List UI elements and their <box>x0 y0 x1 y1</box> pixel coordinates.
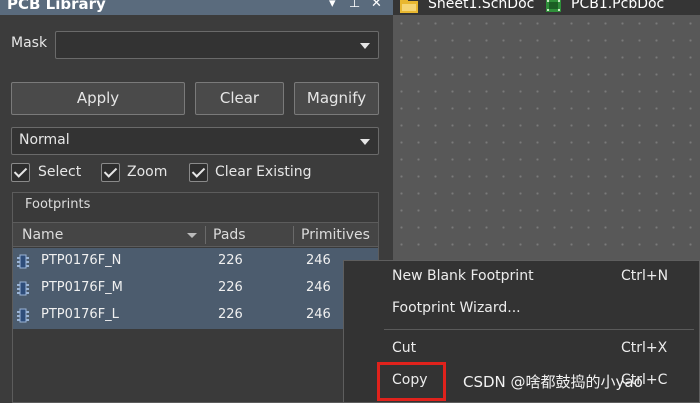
column-header-pads[interactable]: Pads <box>213 227 246 243</box>
menu-separator <box>384 329 694 330</box>
column-divider[interactable] <box>293 226 294 244</box>
document-tab-bar: Sheet1.SchDoc PCB1.PcbDoc <box>393 0 700 15</box>
tab-label: Sheet1.SchDoc <box>428 0 535 12</box>
table-row[interactable]: PTP0176F_N 226 246 <box>13 248 378 275</box>
footprint-name: PTP0176F_N <box>41 253 122 268</box>
column-header-name[interactable]: Name <box>22 227 63 243</box>
menu-item-cut[interactable]: Cut Ctrl+X <box>344 336 699 364</box>
schematic-doc-icon <box>400 0 418 13</box>
pin-icon[interactable]: ⊥ <box>349 0 360 11</box>
tab-sheet1-schdoc[interactable]: Sheet1.SchDoc <box>400 0 540 15</box>
close-icon[interactable]: ✕ <box>371 0 382 11</box>
panel-title: PCB Library <box>7 0 106 13</box>
clear-existing-checkbox-label: Clear Existing <box>215 164 312 180</box>
menu-item-label: New Blank Footprint <box>392 268 534 284</box>
footprint-icon <box>17 281 29 296</box>
chevron-down-icon[interactable] <box>360 43 370 49</box>
pcb-doc-icon <box>546 0 561 12</box>
menu-item-label: Footprint Wizard... <box>392 300 521 316</box>
column-header-primitives[interactable]: Primitives <box>301 227 370 243</box>
footprint-pads: 226 <box>218 253 243 268</box>
column-divider[interactable] <box>205 226 206 244</box>
footprint-primitives: 246 <box>306 253 331 268</box>
mask-label: Mask <box>11 35 48 51</box>
footprint-icon <box>17 254 29 269</box>
watermark-text: CSDN @啥都鼓捣的小yao <box>463 373 643 391</box>
menu-item-shortcut: Ctrl+X <box>621 340 668 356</box>
footprint-pads: 226 <box>218 280 243 295</box>
zoom-checkbox[interactable] <box>101 163 120 182</box>
pcb-library-panel: PCB Library ▾ ⊥ ✕ Mask Apply Clear Magni… <box>0 0 393 403</box>
footprint-pads: 226 <box>218 307 243 322</box>
clear-existing-checkbox[interactable] <box>189 163 208 182</box>
footprints-title: Footprints <box>25 197 91 212</box>
chevron-down-icon[interactable] <box>360 139 370 145</box>
mask-input[interactable] <box>55 31 379 59</box>
footprint-name: PTP0176F_L <box>41 307 119 322</box>
clear-button[interactable]: Clear <box>195 82 284 115</box>
table-row[interactable]: PTP0176F_L 226 246 <box>13 302 378 329</box>
select-checkbox[interactable] <box>11 163 30 182</box>
mode-select[interactable]: Normal <box>11 127 379 155</box>
zoom-checkbox-row[interactable]: Zoom <box>101 162 181 184</box>
footprint-icon <box>17 308 29 323</box>
footprint-primitives: 246 <box>306 307 331 322</box>
footprints-section: Footprints Name Pads Primitives PTP0176F… <box>12 192 379 403</box>
footprint-primitives: 246 <box>306 280 331 295</box>
footprints-table-header: Name Pads Primitives <box>13 222 378 247</box>
copy-highlight-box <box>377 362 446 401</box>
footprint-name: PTP0176F_M <box>41 280 123 295</box>
select-checkbox-row[interactable]: Select <box>11 162 101 184</box>
apply-button[interactable]: Apply <box>11 82 185 115</box>
clear-existing-checkbox-row[interactable]: Clear Existing <box>189 162 319 184</box>
table-row[interactable]: PTP0176F_M 226 246 <box>13 275 378 302</box>
panel-header: PCB Library ▾ ⊥ ✕ <box>0 0 393 15</box>
tab-pcb1-pcbdoc[interactable]: PCB1.PcbDoc <box>546 0 700 15</box>
menu-item-label: Cut <box>392 340 417 356</box>
menu-item-footprint-wizard[interactable]: Footprint Wizard... <box>344 296 699 324</box>
panel-menu-dropdown-icon[interactable]: ▾ <box>329 0 336 11</box>
mode-select-value: Normal <box>19 132 70 148</box>
zoom-checkbox-label: Zoom <box>127 164 168 180</box>
menu-item-shortcut: Ctrl+N <box>621 268 669 284</box>
sort-descending-icon[interactable] <box>187 233 197 238</box>
select-checkbox-label: Select <box>38 164 82 180</box>
tab-label: PCB1.PcbDoc <box>571 0 665 12</box>
magnify-button[interactable]: Magnify <box>294 82 379 115</box>
menu-item-new-blank-footprint[interactable]: New Blank Footprint Ctrl+N <box>344 264 699 292</box>
